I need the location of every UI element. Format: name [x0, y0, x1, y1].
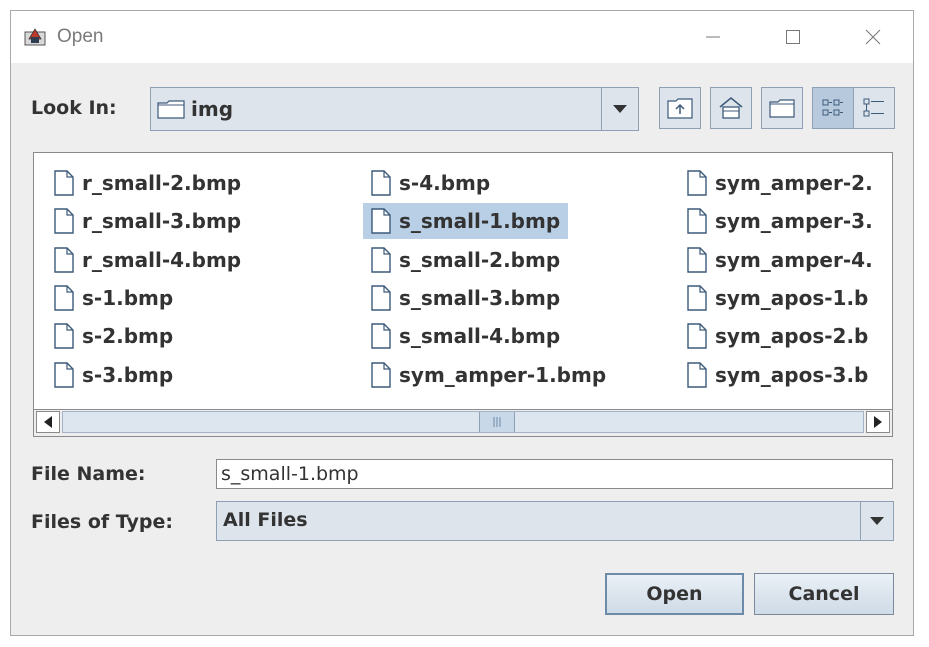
file-list-item[interactable]: s-1.bmp [46, 280, 181, 316]
file-icon [54, 246, 74, 273]
file-list[interactable]: r_small-2.bmp r_small-3.bmp r_small-4.bmp s… [33, 152, 893, 437]
file-name: sym_apos-2.b [715, 324, 869, 349]
file-name: sym_amper-4. [715, 247, 873, 272]
file-name: sym_amper-3. [715, 209, 873, 234]
file-icon [371, 246, 391, 273]
file-list-item[interactable]: s-2.bmp [46, 318, 181, 354]
open-button[interactable]: Open [605, 573, 744, 615]
file-list-item[interactable]: s_small-2.bmp [363, 242, 568, 278]
grip-icon [493, 417, 501, 427]
cancel-button[interactable]: Cancel [754, 573, 894, 615]
file-icon [687, 323, 707, 349]
look-in-combo[interactable]: img [150, 87, 639, 131]
file-icon [371, 285, 391, 311]
look-in-dropdown-button[interactable] [601, 88, 638, 130]
file-name: s_small-3.bmp [399, 285, 561, 310]
file-list-item[interactable]: sym_amper-3. [679, 203, 881, 239]
file-icon [54, 208, 74, 234]
file-list-item[interactable]: sym_amper-1.bmp [363, 357, 614, 393]
file-list-item[interactable]: sym_amper-4. [679, 242, 881, 278]
horizontal-scrollbar[interactable] [34, 409, 892, 436]
look-in-value: img [191, 97, 234, 121]
file-name: s-1.bmp [82, 285, 174, 310]
file-icon [371, 323, 391, 349]
new-folder-button[interactable] [761, 87, 803, 129]
file-name: r_small-4.bmp [82, 247, 242, 272]
file-name: s-2.bmp [82, 324, 174, 349]
chevron-down-icon [870, 517, 884, 525]
file-name: sym_amper-2. [715, 171, 873, 195]
new-folder-icon [769, 99, 795, 118]
file-list-item[interactable]: s_small-4.bmp [363, 318, 568, 354]
file-name: sym_amper-1.bmp [399, 362, 607, 387]
file-icon [687, 285, 707, 311]
home-button[interactable] [710, 87, 752, 129]
scrollbar-track[interactable] [62, 411, 864, 433]
close-button[interactable] [843, 11, 903, 63]
maximize-icon [786, 30, 800, 44]
file-list-item[interactable]: r_small-3.bmp [46, 203, 249, 239]
up-one-level-button[interactable] [659, 87, 701, 129]
details-view-icon [863, 98, 884, 117]
file-name: s-4.bmp [399, 171, 491, 195]
file-name-label: File Name: [31, 463, 146, 485]
file-icon [687, 208, 707, 234]
minimize-icon [706, 36, 720, 38]
files-of-type-value: All Files [223, 509, 308, 531]
scrollbar-thumb[interactable] [479, 412, 515, 432]
minimize-button[interactable] [683, 11, 743, 63]
file-icon [54, 361, 74, 388]
arrow-right-icon [874, 416, 882, 428]
title-bar[interactable]: Open [11, 11, 913, 63]
files-of-type-label: Files of Type: [31, 511, 173, 533]
file-list-item[interactable]: s_small-1.bmp [363, 203, 569, 240]
file-icon [54, 323, 74, 349]
file-icon [371, 208, 391, 234]
open-dialog: Open Look In: img r_small-2.bmp r_small-… [10, 10, 914, 636]
file-list-item[interactable]: sym_apos-3.b [679, 357, 876, 393]
maximize-button[interactable] [763, 11, 823, 63]
file-list-item[interactable]: sym_amper-2. [679, 165, 881, 201]
window-title: Open [57, 26, 104, 47]
arrow-left-icon [44, 416, 52, 428]
details-view-button[interactable] [853, 87, 895, 129]
scroll-left-button[interactable] [36, 411, 60, 433]
list-view-icon [822, 99, 843, 116]
file-name-input[interactable] [216, 459, 893, 489]
java-app-icon [24, 28, 46, 46]
file-icon [371, 170, 391, 196]
chevron-down-icon [613, 105, 627, 113]
file-list-item[interactable]: r_small-4.bmp [46, 242, 249, 278]
folder-icon [157, 100, 185, 119]
file-list-item[interactable]: s-3.bmp [46, 357, 181, 393]
file-list-item[interactable]: r_small-2.bmp [46, 165, 249, 201]
close-icon [865, 29, 881, 45]
look-in-label: Look In: [31, 97, 117, 119]
file-icon [687, 246, 707, 273]
file-list-item[interactable]: sym_apos-2.b [679, 318, 876, 354]
file-icon [687, 170, 707, 196]
file-list-item[interactable]: s_small-3.bmp [363, 280, 568, 316]
file-name: s_small-1.bmp [399, 209, 561, 234]
file-list-item[interactable]: s-4.bmp [363, 165, 498, 201]
scroll-right-button[interactable] [866, 411, 890, 433]
files-of-type-dropdown-button[interactable] [860, 502, 893, 540]
files-of-type-combo[interactable]: All Files [216, 501, 894, 541]
file-name: r_small-2.bmp [82, 171, 242, 195]
file-icon [54, 285, 74, 311]
file-list-item[interactable]: sym_apos-1.b [679, 280, 876, 316]
file-icon [687, 361, 707, 388]
file-name: r_small-3.bmp [82, 209, 242, 234]
file-icon [54, 170, 74, 196]
file-name: s-3.bmp [82, 362, 174, 387]
up-one-level-icon [667, 98, 693, 119]
file-name: s_small-2.bmp [399, 247, 561, 272]
file-name: s_small-4.bmp [399, 324, 561, 349]
list-view-button[interactable] [812, 87, 854, 129]
file-name: sym_apos-1.b [715, 285, 869, 310]
file-icon [371, 361, 391, 388]
home-icon [719, 97, 743, 119]
file-name: sym_apos-3.b [715, 362, 869, 387]
